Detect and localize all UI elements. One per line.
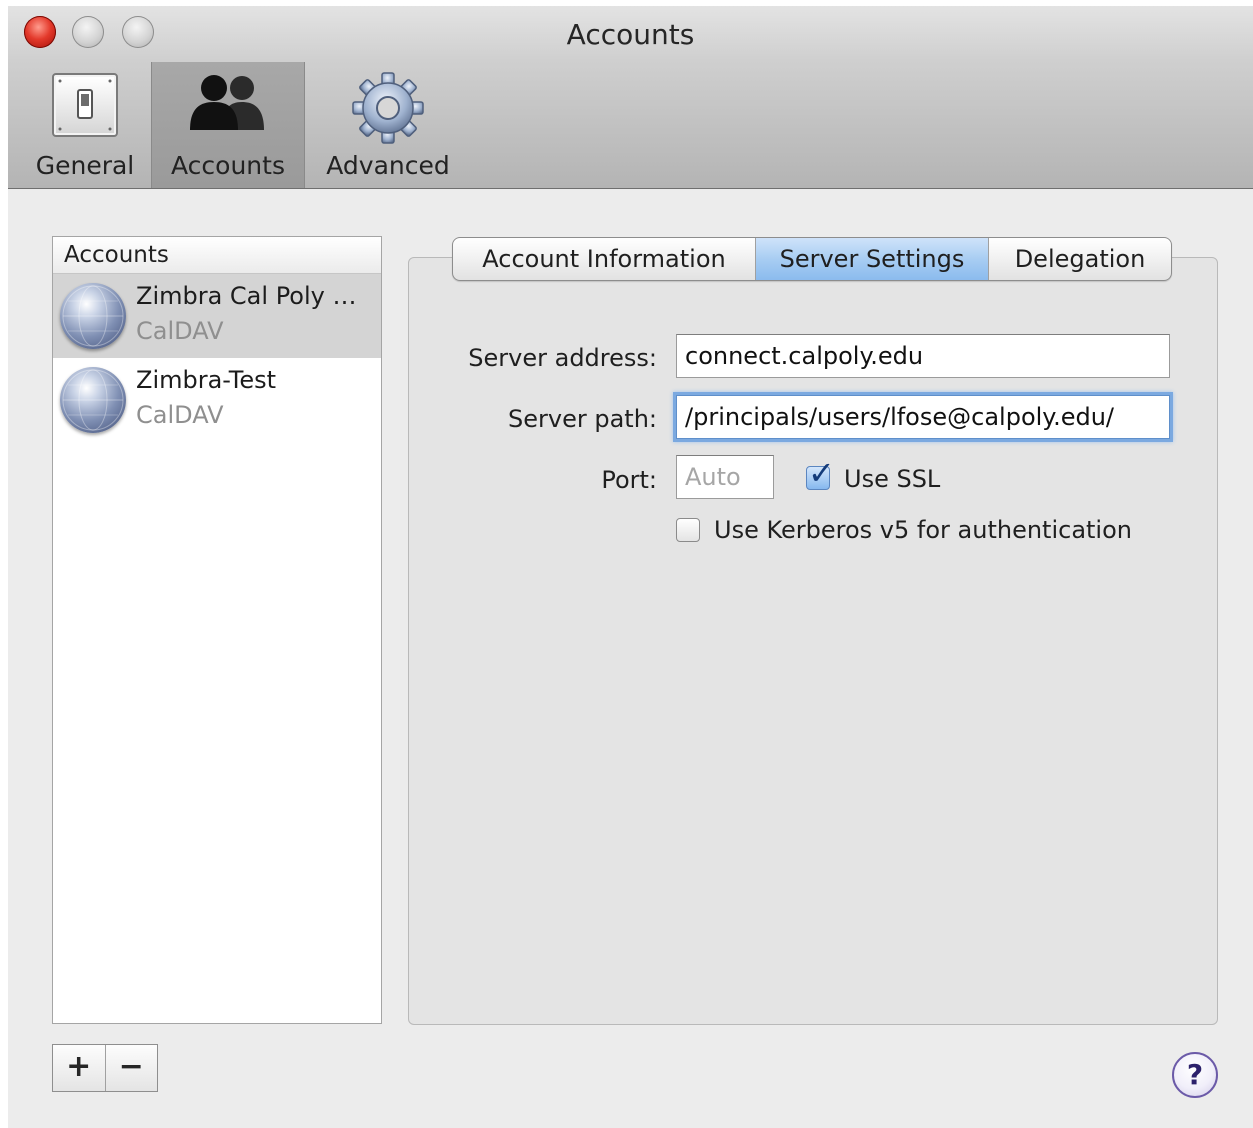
titlebar-toolbar: Accounts General Accounts Advanced xyxy=(8,6,1253,189)
tab-delegation[interactable]: Delegation xyxy=(989,238,1171,280)
toolbar-advanced-label: Advanced xyxy=(326,151,450,180)
tab-server-settings[interactable]: Server Settings xyxy=(756,238,989,280)
use-ssl-checkbox[interactable]: ✓ xyxy=(806,457,835,490)
server-path-label: Server path: xyxy=(508,405,657,433)
port-label: Port: xyxy=(601,466,657,494)
port-field[interactable]: Auto xyxy=(676,455,774,499)
add-remove-control: + − xyxy=(52,1044,158,1092)
preferences-window: Accounts General Accounts Advanced Accou… xyxy=(8,6,1253,1128)
account-row-zimbra-cal-poly[interactable]: Zimbra Cal Poly … CalDAV xyxy=(53,274,381,358)
kerberos-label[interactable]: Use Kerberos v5 for authentication xyxy=(714,516,1132,544)
server-address-field[interactable]: connect.calpoly.edu xyxy=(676,334,1170,378)
switch-icon xyxy=(51,72,119,142)
toolbar-general-button[interactable]: General xyxy=(30,62,140,188)
account-name: Zimbra-Test xyxy=(136,366,277,394)
server-address-label: Server address: xyxy=(468,344,657,372)
tab-account-information[interactable]: Account Information xyxy=(453,238,756,280)
kerberos-checkbox[interactable] xyxy=(676,518,700,542)
toolbar-general-label: General xyxy=(35,151,135,180)
add-account-button[interactable]: + xyxy=(53,1045,106,1091)
people-icon xyxy=(188,72,268,138)
use-ssl-label[interactable]: Use SSL xyxy=(844,465,940,493)
remove-account-button[interactable]: − xyxy=(106,1045,158,1091)
accounts-list-header: Accounts xyxy=(53,237,381,274)
toolbar-advanced-button[interactable]: Advanced xyxy=(320,62,456,188)
accounts-list[interactable]: Accounts Zimbra Cal Poly … CalDAV Zimbra… xyxy=(52,236,382,1024)
account-row-zimbra-test[interactable]: Zimbra-Test CalDAV xyxy=(53,358,381,442)
help-button[interactable]: ? xyxy=(1172,1052,1218,1098)
gear-icon xyxy=(350,72,426,148)
account-name: Zimbra Cal Poly … xyxy=(136,282,357,310)
toolbar-accounts-button[interactable]: Accounts xyxy=(151,62,305,188)
account-type: CalDAV xyxy=(136,401,224,429)
account-type: CalDAV xyxy=(136,317,224,345)
globe-icon xyxy=(60,367,126,433)
window-title: Accounts xyxy=(566,18,695,51)
toolbar-accounts-label: Accounts xyxy=(171,151,285,180)
checkmark-icon: ✓ xyxy=(808,454,835,492)
globe-icon xyxy=(60,283,126,349)
tab-bar: Account Information Server Settings Dele… xyxy=(452,237,1172,281)
server-path-field[interactable]: /principals/users/lfose@calpoly.edu/ xyxy=(676,395,1170,439)
